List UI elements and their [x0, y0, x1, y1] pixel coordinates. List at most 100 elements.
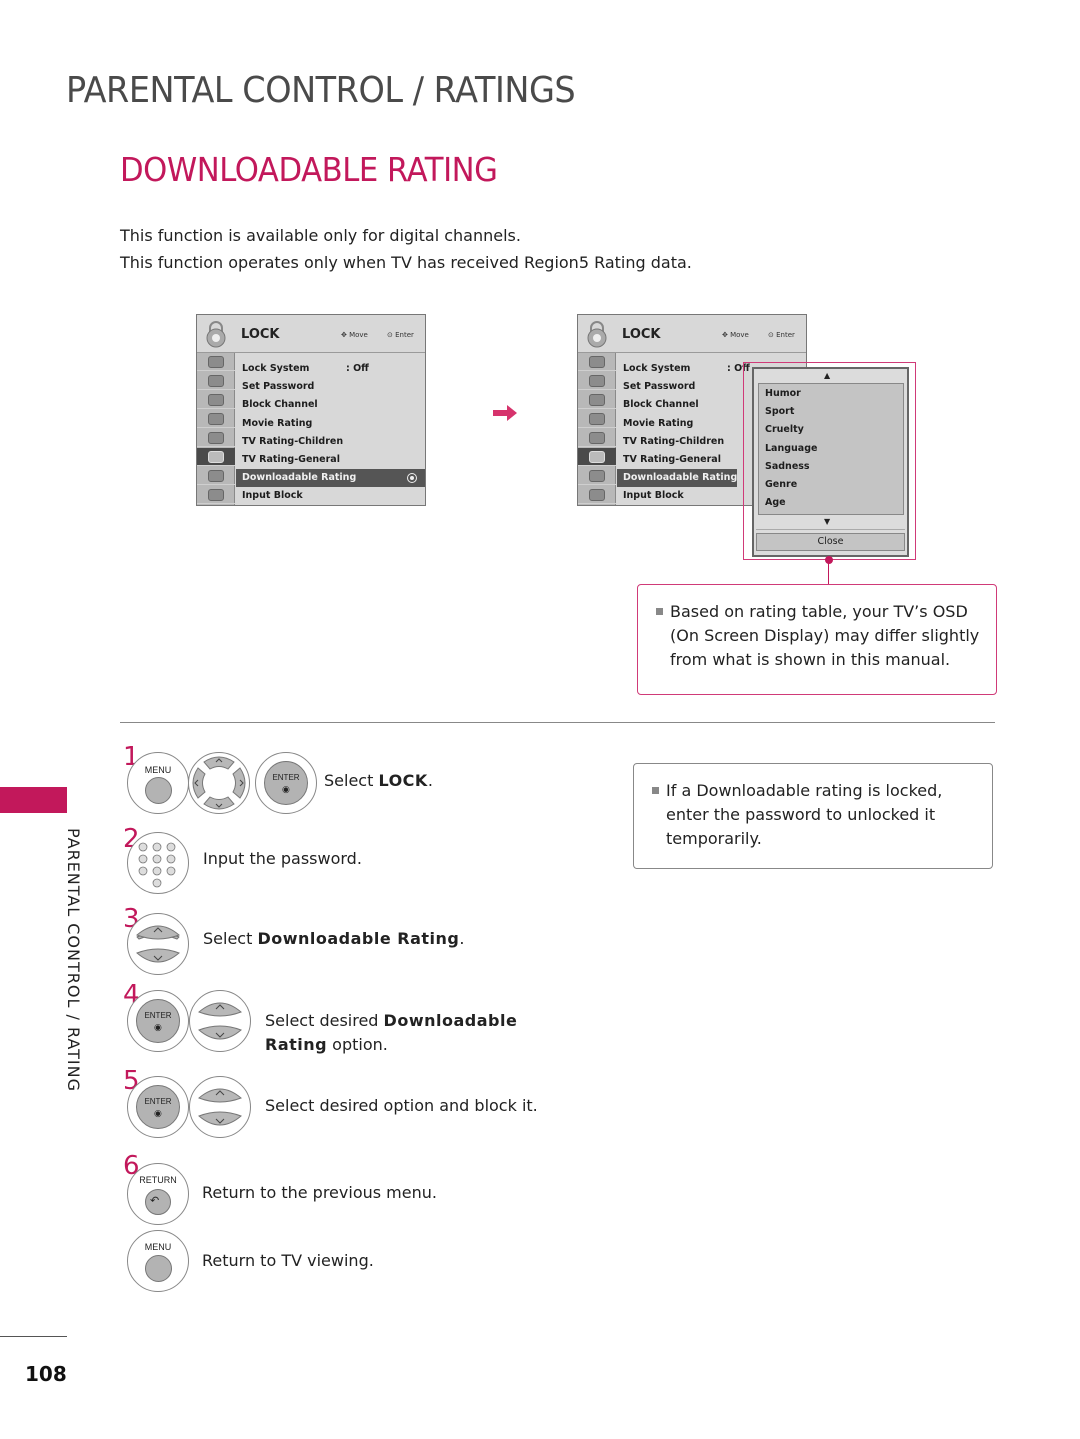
sidebar-item-time[interactable]	[197, 410, 235, 428]
return-button-label: RETURN	[139, 1175, 177, 1185]
enter-button[interactable]: ENTER ◉	[127, 990, 189, 1052]
sidebar-item-usb[interactable]	[197, 486, 235, 504]
menu-button-cap	[145, 1255, 172, 1282]
menu-item[interactable]: Block Channel	[236, 396, 425, 414]
picture-icon	[589, 374, 605, 387]
hint-enter: ⊙ Enter	[387, 331, 414, 339]
menu-item-label: TV Rating-General	[242, 454, 340, 465]
step-text-plain: .	[427, 771, 433, 790]
sidebar-item-audio[interactable]	[197, 391, 235, 409]
option-icon	[208, 431, 224, 444]
sidebar-item-usb[interactable]	[578, 486, 616, 504]
audio-icon	[208, 393, 224, 406]
callout-line	[828, 562, 829, 584]
menu-item[interactable]: Set Password	[236, 378, 425, 396]
enter-button[interactable]: ENTER ◉	[127, 1076, 189, 1138]
usb-icon	[589, 488, 605, 501]
rating-option[interactable]: Sadness	[765, 461, 810, 472]
hint-enter-label: Enter	[776, 331, 795, 339]
number-keypad[interactable]	[127, 832, 189, 894]
section-title: PARENTAL CONTROL / RATINGS	[66, 70, 576, 111]
step-text-plain: .	[459, 929, 465, 948]
enter-button-cap	[136, 999, 180, 1043]
rating-option[interactable]: Language	[765, 443, 817, 454]
menu-button[interactable]: MENU	[127, 1230, 189, 1292]
step-7-text: Return to TV viewing.	[202, 1251, 374, 1270]
menu-item-label: TV Rating-Children	[242, 435, 344, 447]
osd-sidebar	[197, 353, 235, 505]
audio-icon	[589, 393, 605, 406]
osd-lock-menu-before: LOCK ✥ Move ⊙ Enter Lock System: Off Set …	[196, 314, 426, 506]
enter-radio-icon	[407, 473, 417, 484]
sidebar-item-lock[interactable]	[578, 448, 616, 466]
menu-item[interactable]: Movie Rating	[236, 415, 425, 433]
enter-dot-icon: ◉	[154, 1023, 162, 1033]
sidebar-item-lock[interactable]	[197, 448, 235, 466]
step-1-text: Select LOCK.	[324, 771, 433, 790]
sidebar-item-option[interactable]	[197, 429, 235, 447]
callout-dot	[825, 556, 833, 564]
nav-dpad[interactable]	[188, 752, 250, 814]
intro-line-1: This function is available only for digi…	[120, 226, 521, 245]
sidebar-item-audio[interactable]	[578, 391, 616, 409]
scroll-down-arrow-icon[interactable]: ▼	[824, 517, 830, 526]
menu-item-label: Downloadable Rating	[242, 472, 357, 484]
close-button[interactable]: Close	[756, 533, 905, 551]
rating-option[interactable]: Humor	[765, 388, 801, 399]
note-locked-rating: If a Downloadable rating is locked, ente…	[633, 763, 993, 869]
time-icon	[589, 412, 605, 425]
menu-item[interactable]: Downloadable Rating	[617, 469, 737, 488]
step-text-plain: option.	[327, 1035, 388, 1054]
menu-item[interactable]: TV Rating-General	[236, 451, 425, 469]
sidebar-item-picture[interactable]	[197, 372, 235, 390]
sidebar-item-input[interactable]	[197, 467, 235, 485]
step-text-plain: Select	[324, 771, 379, 790]
menu-item[interactable]: TV Rating-Children	[236, 433, 425, 451]
menu-item[interactable]: Downloadable Rating	[236, 469, 425, 488]
enter-button-cap	[264, 761, 308, 805]
step-text-bold: Rating	[265, 1035, 328, 1054]
enter-button[interactable]: ENTER ◉	[255, 752, 317, 814]
menu-item-label: Movie Rating	[623, 417, 694, 429]
rating-option[interactable]: Sport	[765, 406, 794, 417]
sidebar-item-setup[interactable]	[578, 353, 616, 371]
sidebar-item-option[interactable]	[578, 429, 616, 447]
rating-option[interactable]: Genre	[765, 479, 797, 490]
bullet-icon	[656, 608, 663, 615]
step-text-bold: Downloadable Rating	[257, 929, 460, 948]
up-down-arrows-icon	[198, 1088, 242, 1126]
menu-item-label: Set Password	[623, 381, 696, 393]
sidebar-item-time[interactable]	[578, 410, 616, 428]
menu-item[interactable]: Input Block	[236, 487, 425, 505]
osd-sidebar	[578, 353, 616, 505]
menu-button[interactable]: MENU	[127, 752, 189, 814]
scroll-up-arrow-icon[interactable]: ▲	[824, 371, 830, 380]
up-down-button[interactable]	[189, 1076, 251, 1138]
setup-icon	[589, 355, 605, 368]
keypad-icon	[138, 842, 176, 888]
lock-icon	[589, 450, 605, 463]
picture-icon	[208, 374, 224, 387]
hint-enter-label: Enter	[395, 331, 414, 339]
input-icon	[208, 469, 224, 482]
menu-item-label: Block Channel	[623, 399, 699, 411]
menu-item-value: : Off	[346, 363, 369, 374]
step-6-text: Return to the previous menu.	[202, 1183, 437, 1202]
menu-item[interactable]: Lock System: Off	[236, 360, 425, 378]
note-text: Based on rating table, your TV’s OSD (On…	[670, 602, 980, 669]
intro-line-2: This function operates only when TV has …	[120, 253, 692, 272]
sidebar-item-setup[interactable]	[197, 353, 235, 371]
step-text-plain: Select desired	[265, 1011, 384, 1030]
rating-option[interactable]: Age	[765, 497, 786, 508]
up-down-arrows-icon	[136, 925, 180, 963]
up-down-button[interactable]	[127, 913, 189, 975]
rating-option[interactable]: Cruelty	[765, 424, 804, 435]
osd-header: LOCK ✥ Move ⊙ Enter	[578, 315, 806, 353]
hint-move: ✥ Move	[722, 331, 749, 339]
sidebar-item-input[interactable]	[578, 467, 616, 485]
up-down-button[interactable]	[189, 990, 251, 1052]
lock-menu-icon	[587, 321, 607, 348]
menu-button-label: MENU	[144, 1242, 172, 1252]
sidebar-item-picture[interactable]	[578, 372, 616, 390]
return-button[interactable]: RETURN ↶	[127, 1163, 189, 1225]
